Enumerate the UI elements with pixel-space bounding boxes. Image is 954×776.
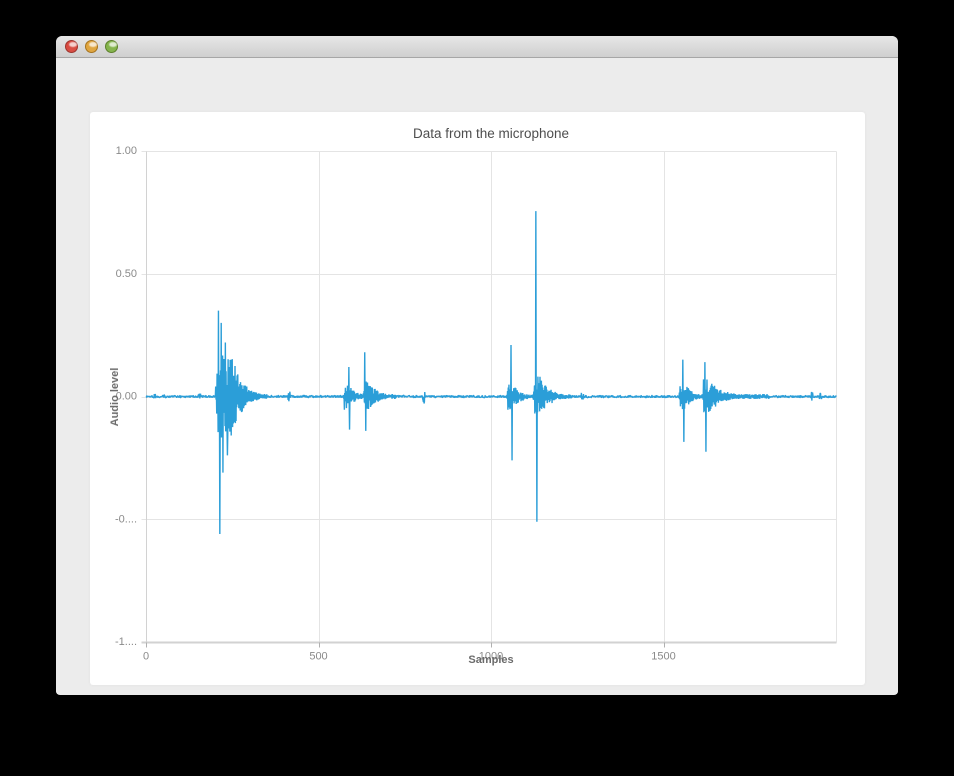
- minimize-button[interactable]: [85, 40, 98, 53]
- window-titlebar[interactable]: [56, 36, 898, 58]
- chart-title: Data from the microphone: [146, 126, 836, 141]
- chart-card: Data from the microphone Audio level Sam…: [90, 112, 865, 685]
- zoom-button[interactable]: [105, 40, 118, 53]
- window-body: Data from the microphone Audio level Sam…: [56, 58, 898, 694]
- macos-window: Data from the microphone Audio level Sam…: [56, 36, 898, 695]
- waveform-chart-canvas: [90, 112, 865, 685]
- close-button[interactable]: [65, 40, 78, 53]
- desktop-background: Data from the microphone Audio level Sam…: [0, 0, 954, 776]
- x-axis-title: Samples: [146, 654, 836, 666]
- window-controls: [65, 40, 118, 53]
- y-axis-title: Audio level: [109, 368, 121, 427]
